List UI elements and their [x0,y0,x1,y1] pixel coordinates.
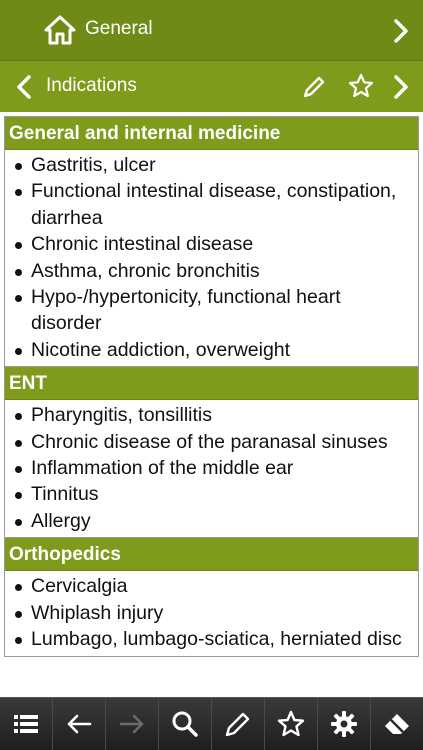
list-icon [14,715,38,733]
list-item: Inflammation of the middle ear [5,455,418,481]
chevron-right-icon[interactable] [391,73,411,101]
section-navigation-bar: Indications [0,60,423,112]
favorites-button[interactable] [265,698,318,750]
chevron-right-icon[interactable] [391,17,411,45]
search-icon [172,711,198,737]
list-item: Lumbago, lumbago-sciatica, herniated dis… [5,626,418,652]
list-item: Hypo-/hypertonicity, functional heart di… [5,284,418,337]
gear-icon [331,711,357,737]
list-item: Allergy [5,508,418,534]
eraser-icon [385,714,409,734]
home-icon[interactable] [44,15,76,45]
section-list: Gastritis, ulcer Functional intestinal d… [5,150,418,366]
list-item: Asthma, chronic bronchitis [5,258,418,284]
list-item: Cervicalgia [5,573,418,599]
list-item: Chronic disease of the paranasal sinuses [5,429,418,455]
list-item: Nicotine addiction, overweight [5,337,418,363]
pencil-icon [225,712,250,737]
notes-button[interactable] [212,698,265,750]
list-item: Gastritis, ulcer [5,152,418,178]
section-ent: ENT Pharyngitis, tonsillitis Chronic dis… [4,367,419,539]
section-heading: ENT [5,367,418,401]
star-icon[interactable] [347,72,375,100]
indications-content[interactable]: General and internal medicine Gastritis,… [0,112,423,697]
list-item: Whiplash injury [5,600,418,626]
list-item: Pharyngitis, tonsillitis [5,402,418,428]
section-heading: Orthopedics [5,538,418,572]
section-general-internal-medicine: General and internal medicine Gastritis,… [4,116,419,368]
settings-button[interactable] [318,698,371,750]
section-heading: General and internal medicine [5,117,418,150]
menu-button[interactable] [0,698,53,750]
list-item: Chronic intestinal disease [5,231,418,257]
pencil-icon[interactable] [300,73,328,101]
section-title: Indications [46,75,137,96]
star-icon [277,710,305,737]
list-item: Functional intestinal disease, constipat… [5,178,418,231]
top-navigation-bar: General [0,0,423,60]
arrow-right-icon [119,714,144,734]
top-bar-title[interactable]: General [85,18,153,40]
arrow-left-icon [67,714,92,734]
section-orthopedics: Orthopedics Cervicalgia Whiplash injury … [4,538,419,657]
back-button[interactable] [53,698,106,750]
clear-button[interactable] [371,698,423,750]
chevron-left-icon[interactable] [14,73,34,101]
section-list: Pharyngitis, tonsillitis Chronic disease… [5,400,418,537]
section-list: Cervicalgia Whiplash injury Lumbago, lum… [5,571,418,655]
list-item: Tinnitus [5,481,418,507]
bottom-toolbar [0,697,423,750]
search-button[interactable] [159,698,212,750]
forward-button[interactable] [106,698,159,750]
